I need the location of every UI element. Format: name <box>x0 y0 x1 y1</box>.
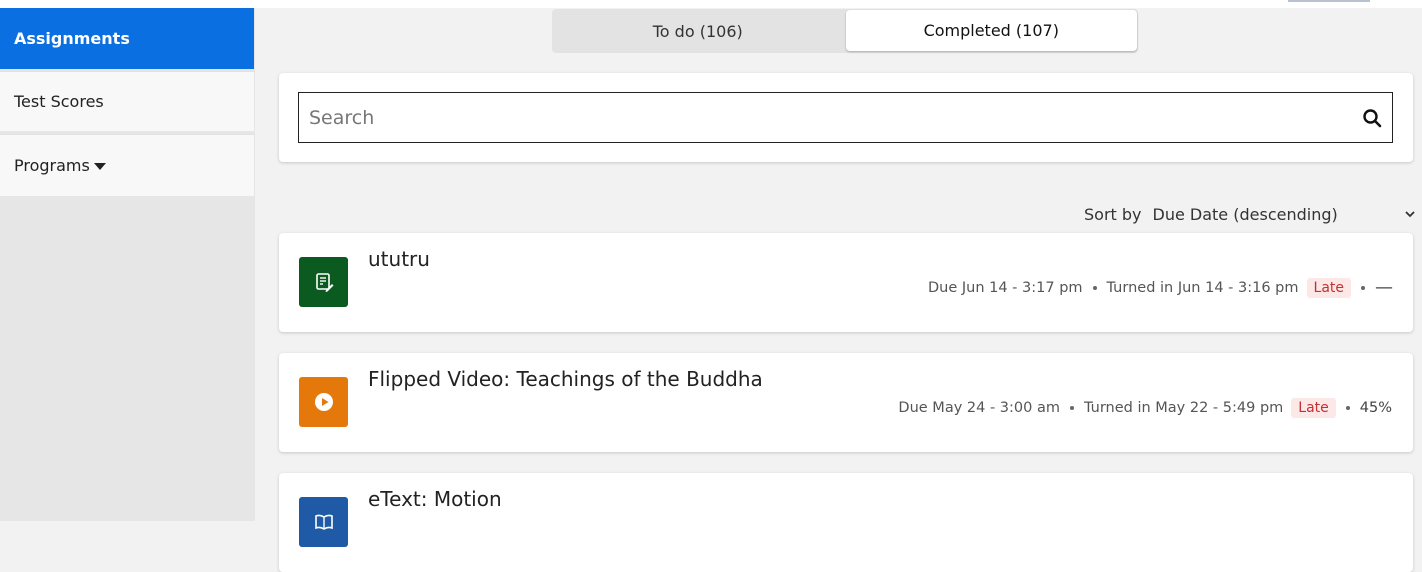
due-date: Due May 24 - 3:00 am <box>898 400 1060 416</box>
assignment-meta: Due Jun 14 - 3:17 pm Turned in Jun 14 - … <box>927 277 1393 298</box>
chevron-down-icon[interactable] <box>1404 208 1416 220</box>
tab-label: Completed (107) <box>923 21 1059 40</box>
tab-to-do[interactable]: To do (106) <box>552 9 844 53</box>
separator-dot <box>1361 286 1365 290</box>
assignment-title[interactable]: eText: Motion <box>368 487 502 511</box>
separator-dot <box>1092 286 1097 290</box>
assignment-type-icon <box>299 497 348 547</box>
assignment-title[interactable]: Flipped Video: Teachings of the Buddha <box>368 367 763 391</box>
assignment-type-icon <box>299 377 348 427</box>
sidebar-item-test-scores[interactable]: Test Scores <box>0 71 254 131</box>
status-badge: Late <box>1306 278 1351 298</box>
search-icon[interactable] <box>1362 108 1382 128</box>
separator-dot <box>1069 406 1074 410</box>
play-icon <box>314 393 333 411</box>
assignment-card[interactable]: eText: Motion <box>279 473 1413 572</box>
assignment-card[interactable]: Flipped Video: Teachings of the Buddha D… <box>279 353 1413 452</box>
assignment-card[interactable]: ututru Due Jun 14 - 3:17 pm Turned in Ju… <box>279 233 1413 332</box>
sidebar-item-programs[interactable]: Programs <box>0 134 254 196</box>
score: — <box>1375 277 1393 298</box>
search-box <box>298 92 1393 143</box>
tab-completed[interactable]: Completed (107) <box>845 10 1137 51</box>
tab-label: To do (106) <box>652 21 743 41</box>
book-icon <box>314 514 333 530</box>
status-badge: Late <box>1291 398 1336 418</box>
sort-label: Sort by <box>1084 204 1142 224</box>
turned-in-date: Turned in Jun 14 - 3:16 pm <box>1106 280 1299 296</box>
top-strip <box>0 0 1422 8</box>
assignment-type-icon <box>299 257 348 307</box>
sidebar-item-label: Assignments <box>14 29 130 48</box>
caret-down-icon <box>93 163 106 170</box>
sort-control: Sort by Due Date (descending) <box>1084 203 1416 225</box>
sort-select[interactable]: Due Date (descending) <box>1153 205 1404 224</box>
sidebar-item-assignments[interactable]: Assignments <box>0 8 254 69</box>
sidebar-item-label: Programs <box>14 156 90 175</box>
search-input[interactable] <box>299 93 1339 142</box>
score: 45% <box>1359 400 1392 416</box>
sidebar-item-label: Test Scores <box>14 92 104 111</box>
sidebar: Assignments Test Scores Programs <box>0 8 255 521</box>
assignment-title[interactable]: ututru <box>368 247 430 271</box>
assignment-tabs: To do (106) Completed (107) <box>552 9 1138 53</box>
separator-dot <box>1345 406 1350 410</box>
search-panel <box>279 73 1413 162</box>
assignment-meta: Due May 24 - 3:00 am Turned in May 22 - … <box>898 398 1392 418</box>
due-date: Due Jun 14 - 3:17 pm <box>927 280 1083 296</box>
header-fragment <box>1288 0 1370 2</box>
edit-document-icon <box>315 273 333 292</box>
turned-in-date: Turned in May 22 - 5:49 pm <box>1083 400 1284 416</box>
